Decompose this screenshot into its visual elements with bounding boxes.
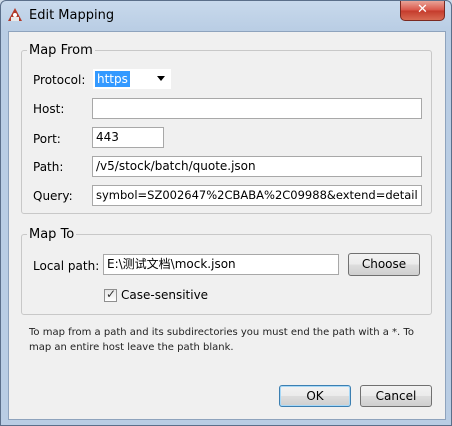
protocol-label: Protocol: <box>33 73 86 87</box>
port-input[interactable]: 443 <box>92 127 164 148</box>
map-from-legend: Map From <box>29 43 93 58</box>
chevron-down-icon <box>157 76 165 81</box>
close-icon: ✕ <box>417 2 428 17</box>
title-bar: Edit Mapping ✕ <box>1 1 451 31</box>
app-icon <box>8 8 22 21</box>
ok-button[interactable]: OK <box>279 385 351 407</box>
query-input[interactable]: symbol=SZ002647%2CBABA%2C09988&extend=de… <box>92 185 422 206</box>
close-button[interactable]: ✕ <box>400 1 445 21</box>
choose-button-label: Choose <box>361 257 407 271</box>
window-title: Edit Mapping <box>29 8 115 23</box>
map-to-legend: Map To <box>29 227 75 242</box>
local-path-label: Local path: <box>33 259 100 273</box>
cancel-button-label: Cancel <box>375 389 417 403</box>
edit-mapping-dialog: Edit Mapping ✕ Map From Protocol: https … <box>0 0 452 426</box>
case-sensitive-label[interactable]: Case-sensitive <box>121 288 208 302</box>
local-path-input[interactable]: E:\测试文档\mock.json <box>103 254 339 275</box>
path-input[interactable]: /v5/stock/batch/quote.json <box>92 156 422 177</box>
cancel-button[interactable]: Cancel <box>360 385 432 407</box>
ok-button-label: OK <box>306 389 324 403</box>
protocol-selected-value: https <box>95 71 130 87</box>
query-label: Query: <box>33 189 73 203</box>
checkmark-icon: ✓ <box>106 287 117 301</box>
port-label: Port: <box>33 132 61 146</box>
host-input[interactable] <box>92 98 422 119</box>
path-label: Path: <box>33 160 64 174</box>
host-label: Host: <box>33 102 65 116</box>
help-note: To map from a path and its subdirectorie… <box>29 327 414 353</box>
dialog-body: Map From Protocol: https Host: Port: 443… <box>8 31 446 420</box>
protocol-select[interactable]: https <box>93 69 171 89</box>
choose-button[interactable]: Choose <box>348 253 420 276</box>
case-sensitive-checkbox[interactable]: ✓ <box>104 287 117 302</box>
